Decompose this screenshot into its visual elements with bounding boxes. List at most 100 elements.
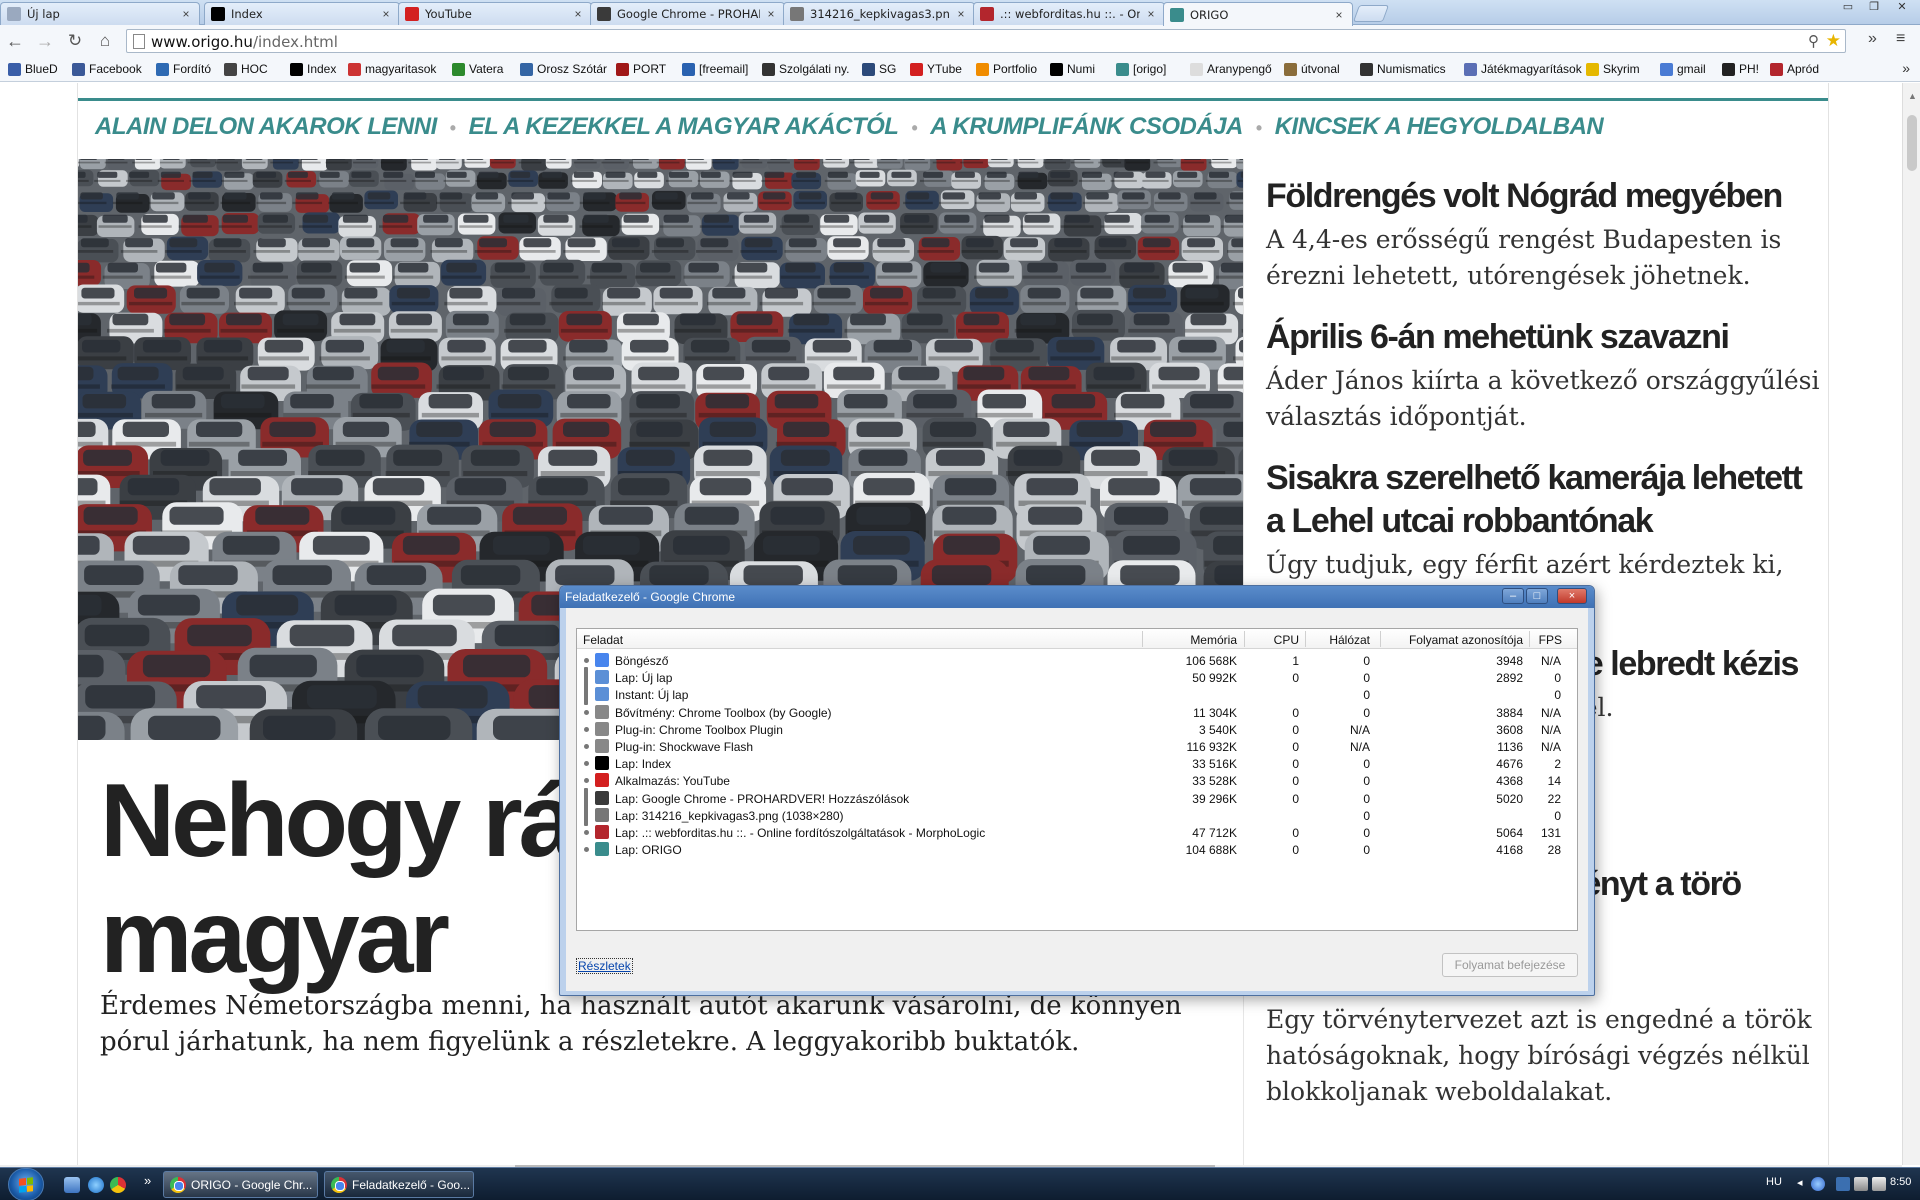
bookmark-star-icon[interactable]: ★ xyxy=(1826,31,1841,51)
story-title[interactable]: Földrengés volt Nógrád megyében xyxy=(1266,175,1826,218)
internet-explorer-icon[interactable] xyxy=(88,1177,104,1193)
tab-2[interactable]: YouTube × xyxy=(398,2,592,25)
close-window-button[interactable]: ✕ xyxy=(1888,0,1916,16)
bookmark-item[interactable]: PORT xyxy=(616,62,666,76)
column-separator[interactable] xyxy=(1142,631,1143,647)
tab-close-icon[interactable]: × xyxy=(1144,7,1158,21)
tab-3[interactable]: Google Chrome - PROHARD × xyxy=(590,2,785,25)
table-row[interactable]: Lap: ORIGO 104 688K 0 0 4168 28 xyxy=(577,839,1577,860)
address-bar[interactable]: www.origo.hu/index.html ⚲ ★ xyxy=(126,29,1846,53)
column-header-cpu[interactable]: CPU xyxy=(1249,633,1299,647)
bookmark-item[interactable]: YTube xyxy=(910,62,962,76)
bookmark-item[interactable]: útvonal xyxy=(1284,62,1340,76)
bookmark-item[interactable]: Játékmagyarítások xyxy=(1464,62,1582,76)
menu-icon[interactable]: ≡ xyxy=(1896,30,1905,48)
page-vertical-scrollbar[interactable]: ▲ xyxy=(1902,83,1920,1165)
column-separator[interactable] xyxy=(1529,631,1530,647)
topic-link[interactable]: A KRUMPLIFÁNK CSODÁJA xyxy=(930,113,1243,140)
bookmark-item[interactable]: magyaritasok xyxy=(348,62,436,76)
new-tab-button[interactable] xyxy=(1352,5,1390,22)
taskbar-item-task-manager[interactable]: Feladatkezelő - Goo... xyxy=(324,1171,474,1198)
scroll-up-arrow-icon[interactable]: ▲ xyxy=(1908,91,1917,101)
bookmarks-more-icon[interactable]: » xyxy=(1902,60,1910,76)
column-header-task[interactable]: Feladat xyxy=(583,633,623,647)
bookmark-item[interactable]: BlueD xyxy=(8,62,58,76)
topic-separator: • xyxy=(911,118,918,138)
back-arrow-icon[interactable]: ← xyxy=(4,30,26,52)
tab-close-icon[interactable]: × xyxy=(764,7,778,21)
minimize-icon[interactable]: – xyxy=(1502,588,1524,604)
bookmark-item[interactable]: [freemail] xyxy=(682,62,748,76)
taskbar-item-origo[interactable]: ORIGO - Google Chr... xyxy=(163,1171,318,1198)
search-icon[interactable]: ⚲ xyxy=(1808,32,1819,50)
bookmark-item[interactable]: Apród xyxy=(1770,62,1819,76)
language-indicator[interactable]: HU xyxy=(1766,1176,1782,1188)
story-1[interactable]: Földrengés volt Nógrád megyében A 4,4-es… xyxy=(1266,175,1826,294)
bookmark-item[interactable]: Facebook xyxy=(72,62,142,76)
minimize-window-button[interactable]: ▭ xyxy=(1836,0,1860,16)
address-url[interactable]: www.origo.hu/index.html xyxy=(151,33,338,51)
chrome-icon[interactable] xyxy=(110,1177,126,1193)
bookmark-item[interactable]: [origo] xyxy=(1116,62,1166,76)
bookmark-item[interactable]: Vatera xyxy=(452,62,503,76)
bookmark-item[interactable]: HOC xyxy=(224,62,268,76)
reload-icon[interactable]: ↻ xyxy=(64,30,86,52)
tray-app-icon[interactable] xyxy=(1836,1177,1850,1191)
bookmark-item[interactable]: Skyrim xyxy=(1586,62,1640,76)
topic-link[interactable]: KINCSEK A HEGYOLDALBAN xyxy=(1275,113,1604,140)
story-title[interactable]: Sisakra szerelhető kamerája lehetett a L… xyxy=(1266,457,1826,543)
bookmark-item[interactable]: Szolgálati ny. xyxy=(762,62,849,76)
tab-close-icon[interactable]: × xyxy=(571,7,585,21)
tab-4[interactable]: 314216_kepkivagas3.png (× xyxy=(783,2,975,25)
column-separator[interactable] xyxy=(1244,631,1245,647)
story-6[interactable]: Egy törvénytervezet azt is engedné a tör… xyxy=(1266,998,1826,1110)
bookmark-item[interactable]: Aranypengő xyxy=(1190,62,1272,76)
tab-1[interactable]: Index × xyxy=(204,2,400,25)
story-title[interactable]: Április 6-án mehetünk szavazni xyxy=(1266,316,1826,359)
column-separator[interactable] xyxy=(1305,631,1306,647)
tab-close-icon[interactable]: × xyxy=(379,7,393,21)
network-globe-icon[interactable] xyxy=(1811,1177,1825,1191)
process-table[interactable]: Feladat Memória CPU Hálózat Folyamat azo… xyxy=(576,628,1578,931)
bookmark-item[interactable]: SG xyxy=(862,62,896,76)
scrollbar-thumb[interactable] xyxy=(1907,115,1917,171)
extensions-chevron-icon[interactable]: » xyxy=(1868,30,1877,48)
tab-0[interactable]: Új lap × xyxy=(0,2,200,25)
tab-close-icon[interactable]: × xyxy=(1332,8,1346,22)
end-process-button[interactable]: Folyamat befejezése xyxy=(1442,953,1578,977)
start-button[interactable] xyxy=(8,1168,44,1200)
tab-5[interactable]: .:: webforditas.hu ::. - Onli × xyxy=(973,2,1165,25)
column-header-fps[interactable]: FPS xyxy=(1534,633,1562,647)
bookmark-item[interactable]: Orosz Szótár xyxy=(520,62,607,76)
restore-window-button[interactable]: ❐ xyxy=(1862,0,1886,16)
column-header-memory[interactable]: Memória xyxy=(1167,633,1237,647)
bookmark-item[interactable]: Numismatics xyxy=(1360,62,1446,76)
column-header-pid[interactable]: Folyamat azonosítója xyxy=(1385,633,1523,647)
column-separator[interactable] xyxy=(1380,631,1381,647)
clock[interactable]: 8:50 xyxy=(1890,1176,1911,1188)
maximize-icon[interactable]: □ xyxy=(1526,588,1548,604)
column-header-network[interactable]: Hálózat xyxy=(1310,633,1370,647)
details-link[interactable]: Részletek xyxy=(576,958,633,974)
tray-expand-icon[interactable]: ◂ xyxy=(1797,1176,1803,1189)
bookmark-item[interactable]: Numi xyxy=(1050,62,1095,76)
bookmark-item[interactable]: Portfolio xyxy=(976,62,1037,76)
forward-arrow-icon[interactable]: → xyxy=(34,30,56,52)
quicklaunch-more-icon[interactable]: » xyxy=(144,1173,151,1188)
close-icon[interactable]: × xyxy=(1557,588,1587,604)
dialog-titlebar[interactable]: Feladatkezelő - Google Chrome – □ × xyxy=(560,586,1594,608)
topic-link[interactable]: ALAIN DELON AKAROK LENNI xyxy=(95,113,437,140)
topic-link[interactable]: EL A KEZEKKEL A MAGYAR AKÁCTÓL xyxy=(469,113,899,140)
home-icon[interactable]: ⌂ xyxy=(94,30,116,52)
tab-close-icon[interactable]: × xyxy=(179,7,193,21)
bookmark-item[interactable]: Fordító xyxy=(156,62,211,76)
network-icon[interactable] xyxy=(1854,1177,1868,1191)
tab-6[interactable]: ORIGO × xyxy=(1163,2,1353,26)
bookmark-item[interactable]: Index xyxy=(290,62,336,76)
bookmark-item[interactable]: PH! xyxy=(1722,62,1759,76)
volume-icon[interactable] xyxy=(1872,1177,1886,1191)
tab-close-icon[interactable]: × xyxy=(954,7,968,21)
story-2[interactable]: Április 6-án mehetünk szavazni Áder Jáno… xyxy=(1266,316,1826,435)
show-desktop-icon[interactable] xyxy=(64,1177,80,1193)
bookmark-item[interactable]: gmail xyxy=(1660,62,1706,76)
